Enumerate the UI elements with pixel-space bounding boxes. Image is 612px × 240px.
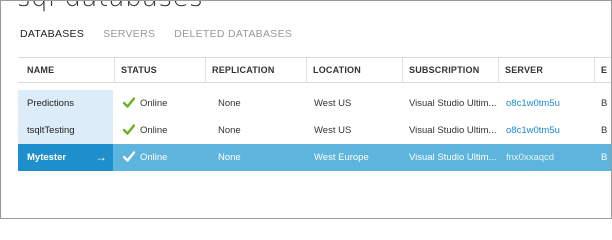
column-header-name[interactable]: NAME: [18, 58, 114, 82]
server-cell: o8c1w0tm5u: [506, 90, 560, 117]
database-name-cell[interactable]: Predictions: [18, 90, 113, 117]
column-header-subscription[interactable]: SUBSCRIPTION: [402, 58, 498, 82]
column-header-replication[interactable]: REPLICATION: [205, 58, 306, 82]
column-header-edition[interactable]: E: [594, 58, 611, 82]
subscription-cell: Visual Studio Ultim...: [409, 125, 497, 136]
replication-cell: None: [218, 152, 241, 163]
subscription-cell: Visual Studio Ultim...: [409, 98, 497, 109]
edition-cell: B: [601, 125, 608, 136]
server-cell: fnx0xxaqcd: [506, 144, 554, 171]
column-header-status[interactable]: STATUS: [114, 58, 205, 82]
location-cell: West US: [314, 125, 352, 136]
tab-bar: DATABASES SERVERS DELETED DATABASES: [20, 28, 292, 40]
page-title: sql databases: [17, 1, 203, 13]
database-name: Mytester: [27, 152, 67, 163]
database-name: tsqltTesting: [27, 125, 75, 136]
location-cell: West Europe: [314, 152, 369, 163]
table-header: NAME STATUS REPLICATION LOCATION SUBSCRI…: [18, 57, 611, 83]
database-name-cell[interactable]: Mytester →: [18, 144, 113, 171]
server-link[interactable]: fnx0xxaqcd: [506, 152, 554, 163]
replication-cell: None: [218, 98, 241, 109]
server-cell: o8c1w0tm5u: [506, 117, 560, 144]
server-link[interactable]: o8c1w0tm5u: [506, 125, 560, 136]
database-name-cell[interactable]: tsqltTesting: [18, 117, 113, 144]
portal-window: sql databases DATABASES SERVERS DELETED …: [0, 0, 612, 219]
table-row[interactable]: Predictions Online None West US Visual S…: [18, 90, 611, 117]
status-cell: Online: [123, 144, 167, 171]
tab-deleted-databases[interactable]: DELETED DATABASES: [174, 28, 292, 40]
column-header-server[interactable]: SERVER: [498, 58, 594, 82]
tab-servers[interactable]: SERVERS: [103, 28, 155, 40]
location-cell: West US: [314, 98, 352, 109]
arrow-right-icon[interactable]: →: [95, 144, 107, 171]
column-header-location[interactable]: LOCATION: [306, 58, 402, 82]
status-cell: Online: [123, 90, 167, 117]
status-text: Online: [140, 125, 168, 136]
tab-databases[interactable]: DATABASES: [20, 28, 84, 40]
status-text: Online: [140, 152, 168, 163]
checkmark-icon: [123, 124, 135, 135]
status-text: Online: [140, 98, 168, 109]
replication-cell: None: [218, 125, 241, 136]
subscription-cell: Visual Studio Ultim...: [409, 152, 497, 163]
table-row[interactable]: tsqltTesting Online None West US Visual …: [18, 117, 611, 144]
edition-cell: B: [601, 98, 608, 109]
server-link[interactable]: o8c1w0tm5u: [506, 98, 560, 109]
checkmark-icon: [123, 97, 135, 108]
database-name: Predictions: [27, 98, 74, 109]
status-cell: Online: [123, 117, 167, 144]
edition-cell: B: [601, 152, 608, 163]
table-row-selected[interactable]: Mytester → Online None West Europe Visua…: [18, 144, 611, 171]
checkmark-icon: [123, 151, 135, 162]
